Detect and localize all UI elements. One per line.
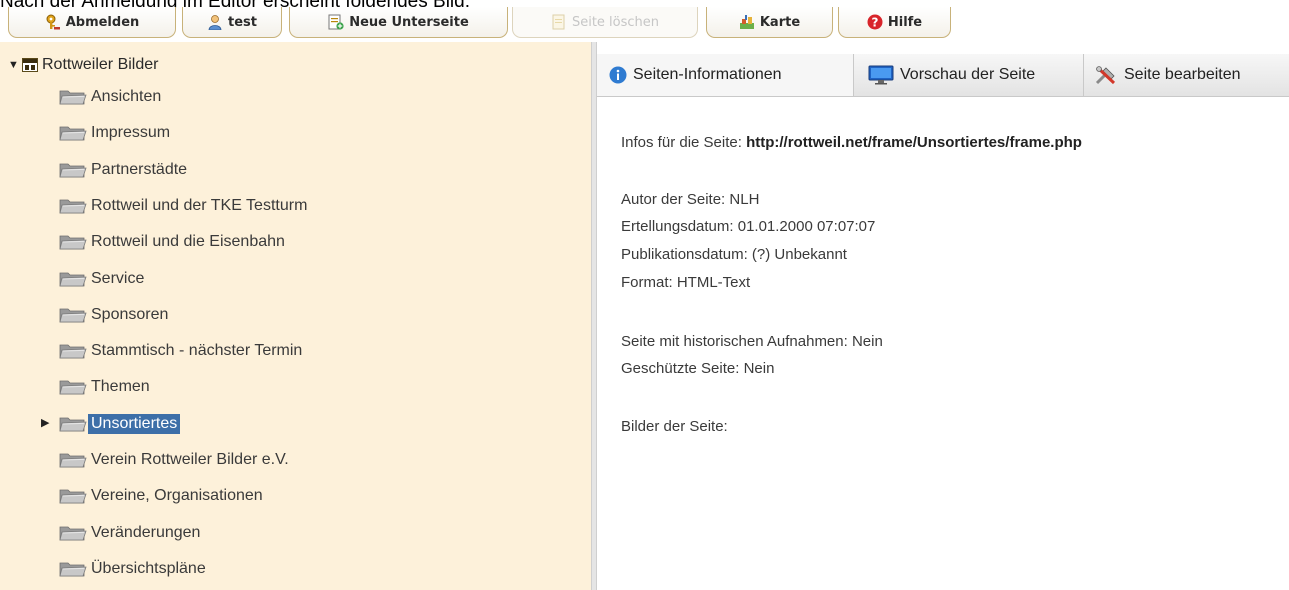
page-url-line: Infos für die Seite: http://rottweil.net… [621,134,1082,151]
info-icon [609,66,627,84]
tree-item[interactable]: Ansichten [58,84,164,110]
toolbar: Abmelden test Neue Unterseite Seite lösc… [0,7,960,40]
format-line: Format: HTML-Text [621,274,751,291]
tree-root[interactable]: ▼ Rottweiler Bilder [8,54,158,76]
tree-item[interactable]: Rottweil und die Eisenbahn [58,229,288,255]
expand-arrow-icon[interactable]: ▼ [8,59,22,71]
tree-item-label: Stammtisch - nächster Termin [91,342,303,359]
tab-bar: Seiten-Informationen Vorschau der Seite … [597,54,1289,97]
tab-edit-page-label: Seite bearbeiten [1124,66,1241,83]
panel-splitter[interactable] [591,42,597,590]
key-icon [46,14,60,30]
map-label: Karte [759,14,801,30]
tools-icon [1095,66,1116,85]
svg-text:?: ? [871,16,878,30]
tree-root-label: Rottweiler Bilder [42,56,159,73]
tree-item[interactable]: Impressum [58,120,173,146]
tab-preview-label: Vorschau der Seite [900,66,1036,83]
tree-item-label: Ansichten [91,88,162,105]
tree-item[interactable]: Veränderungen [58,520,203,546]
tree-item[interactable]: Verein Rottweiler Bilder e.V. [58,447,292,473]
folder-icon [58,233,87,251]
tree-item[interactable]: Service [58,266,147,292]
tree-item[interactable]: Übersichtspläne [58,556,209,582]
folder-icon [58,342,87,360]
tree-item-label: Impressum [91,124,171,141]
folder-icon [58,161,87,179]
tab-edit-page[interactable]: Seite bearbeiten [1084,54,1289,96]
tree-item[interactable]: Sponsoren [58,302,171,328]
map-icon [739,15,754,29]
tree-item-label: Veränderungen [91,524,201,541]
new-subpage-button[interactable]: Neue Unterseite [289,7,508,38]
protected-line: Geschützte Seite: Nein [621,360,775,377]
delete-page-icon [552,14,565,30]
tree-item-label: Service [91,270,145,287]
tree-item[interactable]: Vereine, Organisationen [58,483,266,509]
folder-icon [58,197,87,215]
tab-page-info[interactable]: Seiten-Informationen [597,54,854,96]
tree-item-label: Rottweil und der TKE Testturm [91,197,308,214]
delete-page-button[interactable]: Seite löschen [512,7,698,38]
page-url-value: http://rottweil.net/frame/Unsortiertes/f… [746,134,1082,151]
folder-icon [58,88,87,106]
new-subpage-label: Neue Unterseite [349,14,469,30]
folder-icon [58,451,87,469]
help-icon: ? [867,14,883,30]
tree-item[interactable]: Unsortiertes [58,411,181,437]
created-line: Ertellungsdatum: 01.01.2000 07:07:07 [621,218,876,235]
folder-icon [58,378,87,396]
tree-item[interactable]: Themen [58,374,153,400]
images-line: Bilder der Seite: [621,418,728,435]
tree-item[interactable]: Partnerstädte [58,157,190,183]
tree-item-label: Themen [91,378,150,395]
tab-preview[interactable]: Vorschau der Seite [854,54,1084,96]
user-button[interactable]: test [182,7,282,38]
map-button[interactable]: Karte [706,7,833,38]
tree-item-label: Sponsoren [91,306,169,323]
new-page-icon [328,14,344,30]
folder-icon [58,560,87,578]
help-button[interactable]: ? Hilfe [838,7,951,38]
tree-item[interactable]: Stammtisch - nächster Termin [58,338,305,364]
tree-item-label: Verein Rottweiler Bilder e.V. [91,451,289,468]
author-line: Autor der Seite: NLH [621,191,760,208]
tab-page-info-label: Seiten-Informationen [633,66,782,83]
delete-page-label: Seite löschen [571,14,660,30]
help-label: Hilfe [887,14,923,30]
tree-item[interactable]: Rottweil und der TKE Testturm [58,193,310,219]
historic-line: Seite mit historischen Aufnahmen: Nein [621,333,883,350]
site-icon [22,58,38,72]
logout-label: Abmelden [65,14,140,30]
folder-icon [58,415,87,433]
tree-item-label: Vereine, Organisationen [91,487,263,504]
tree-item-label: Partnerstädte [91,161,188,178]
tree-item-label: Übersichtspläne [91,560,206,577]
folder-icon [58,124,87,142]
user-label: test [228,14,257,30]
page-url-label: Infos für die Seite: [621,134,747,151]
tree-item-label: Rottweil und die Eisenbahn [91,233,285,250]
expand-arrow-icon[interactable]: ▶ [41,416,49,429]
tree-item-label: Unsortiertes [88,414,181,434]
published-line: Publikationsdatum: (?) Unbekannt [621,246,847,263]
monitor-icon [868,65,894,85]
folder-icon [58,306,87,324]
folder-icon [58,270,87,288]
folder-icon [58,487,87,505]
folder-icon [58,524,87,542]
logout-button[interactable]: Abmelden [8,7,176,38]
user-icon [208,15,222,30]
